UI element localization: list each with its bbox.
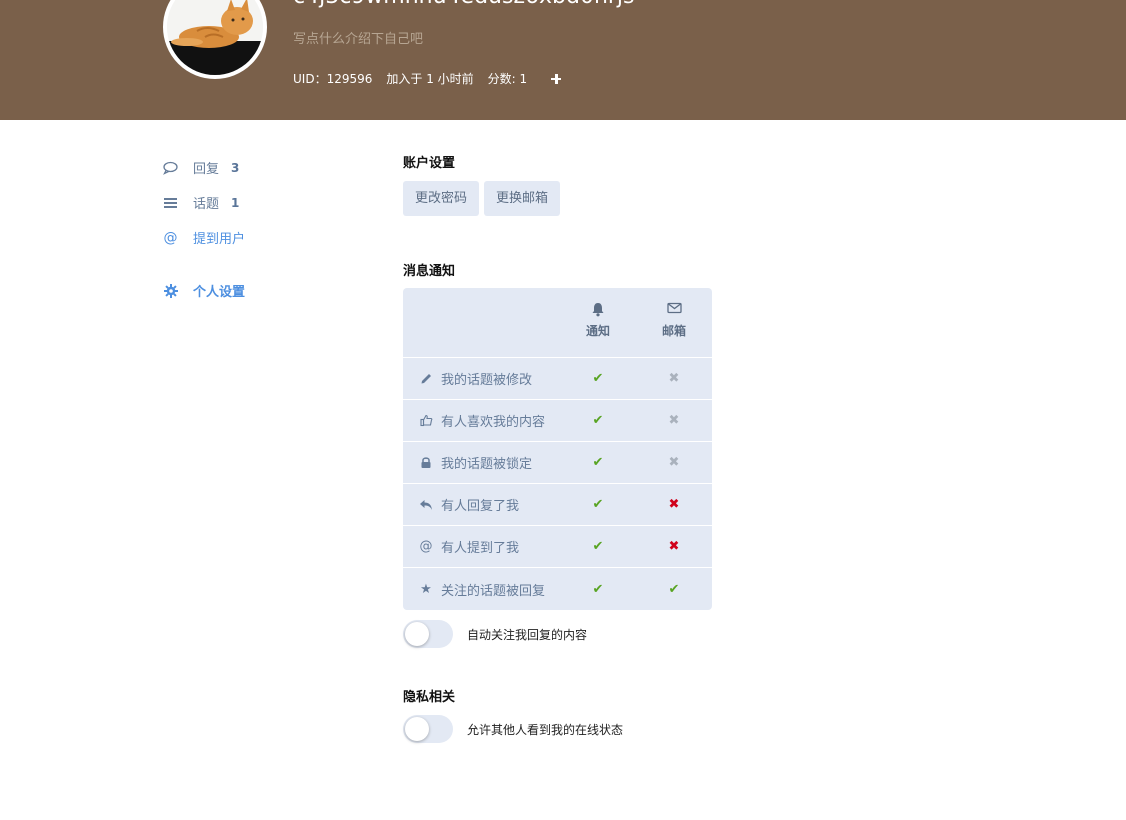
notification-row-content-liked: 有人喜欢我的内容 ✔ ✖ [403,400,712,442]
bio-placeholder[interactable]: 写点什么介绍下自己吧 [293,28,423,47]
at-icon: @ [163,229,178,246]
lock-icon [419,456,433,470]
email-cross-icon[interactable]: ✖ [666,371,682,387]
sidebar-item-topics[interactable]: 话题 1 [163,185,363,220]
privacy-title: 隐私相关 [403,690,456,705]
auto-follow-setting: 自动关注我回复的内容 [403,620,587,648]
replies-count: 3 [231,160,240,175]
online-status-toggle[interactable] [403,715,453,743]
sidebar-item-label: 话题 [193,197,220,212]
topics-count: 1 [231,195,240,210]
avatar[interactable] [163,0,267,79]
col-email-label: 邮箱 [661,324,686,338]
sidebar-item-replies[interactable]: 回复 3 [163,150,363,185]
score-stat: 分数: 1 [487,72,528,86]
sidebar-item-mentions[interactable]: @ 提到用户 [163,220,363,255]
notifications-title: 消息通知 [403,264,456,279]
notify-check-icon[interactable]: ✔ [590,539,606,555]
email-cross-icon[interactable]: ✖ [666,413,682,429]
sidebar-item-label: 回复 [193,162,220,177]
notification-table-header: 通知 邮箱 [403,288,712,358]
bell-icon [568,302,628,318]
uid-stat: UID：129596 [293,70,372,87]
joined-stat: 加入于 1 小时前 [386,72,474,86]
notify-check-icon[interactable]: ✔ [590,413,606,429]
account-buttons: 更改密码 更换邮箱 [403,181,803,216]
profile-stats: UID：129596 加入于 1 小时前 分数: 1 [293,70,562,87]
col-email: 邮箱 [644,302,704,339]
star-icon: ★ [420,581,432,597]
auto-follow-label: 自动关注我回复的内容 [467,627,588,642]
pencil-icon [419,372,433,386]
toggle-knob [405,717,429,741]
email-cross-icon[interactable]: ✖ [666,455,682,471]
row-label: 关注的话题被回复 [441,583,546,599]
thumbs-up-icon [419,414,433,428]
notification-row-followed-topic-replied: ★ 关注的话题被回复 ✔ ✔ [403,568,712,610]
plus-icon[interactable] [551,73,562,84]
notification-row-replied: 有人回复了我 ✔ ✖ [403,484,712,526]
online-status-setting: 允许其他人看到我的在线状态 [403,715,623,743]
row-label: 有人喜欢我的内容 [441,415,546,430]
uid-label: UID： [293,72,327,86]
profile-hero: c4j3c9wmhnu4edusz6xbd0hrjs 写点什么介绍下自己吧 UI… [0,0,1126,120]
row-label: 我的话题被锁定 [441,457,533,472]
cat-avatar-image [167,0,263,75]
at-icon: @ [419,539,433,554]
change-password-button[interactable]: 更改密码 [403,181,480,216]
uid-value: 129596 [326,72,373,86]
row-label: 有人回复了我 [441,499,520,514]
email-cross-icon[interactable]: ✖ [666,539,682,555]
auto-follow-toggle[interactable] [403,620,453,648]
list-icon [163,195,178,210]
notification-table: 通知 邮箱 我的话题被修改 ✔ ✖ 有人喜欢我的内容 ✔ ✖ 我的话题被锁定 ✔… [403,288,712,610]
gear-icon [163,283,178,298]
notify-check-icon[interactable]: ✔ [590,581,606,597]
change-email-button[interactable]: 更换邮箱 [484,181,561,216]
toggle-knob [405,622,429,646]
username: c4j3c9wmhnu4edusz6xbd0hrjs [293,0,635,9]
email-check-icon[interactable]: ✔ [666,581,682,597]
sidebar-item-settings[interactable]: 个人设置 [163,273,363,308]
notification-row-topic-locked: 我的话题被锁定 ✔ ✖ [403,442,712,484]
sidebar-item-label: 个人设置 [193,285,246,300]
notify-check-icon[interactable]: ✔ [590,455,606,471]
account-settings-title: 账户设置 [403,156,456,171]
notify-check-icon[interactable]: ✔ [590,497,606,513]
comment-icon [163,160,178,175]
row-label: 有人提到了我 [441,541,520,556]
envelope-icon [644,302,704,318]
col-notify: 通知 [568,302,628,339]
sidebar-item-label: 提到用户 [193,232,246,247]
settings-main: 账户设置 更改密码 更换邮箱 消息通知 通知 邮箱 我的话题被修改 ✔ ✖ 有人… [403,152,803,743]
online-status-label: 允许其他人看到我的在线状态 [467,722,624,737]
notification-row-mentioned: @ 有人提到了我 ✔ ✖ [403,526,712,568]
reply-icon [419,498,433,512]
email-cross-icon[interactable]: ✖ [666,497,682,513]
notify-check-icon[interactable]: ✔ [590,371,606,387]
row-label: 我的话题被修改 [441,373,533,388]
profile-sidebar: 回复 3 话题 1 @ 提到用户 个人设置 [163,150,363,308]
notification-row-topic-edited: 我的话题被修改 ✔ ✖ [403,358,712,400]
col-notify-label: 通知 [585,324,610,338]
